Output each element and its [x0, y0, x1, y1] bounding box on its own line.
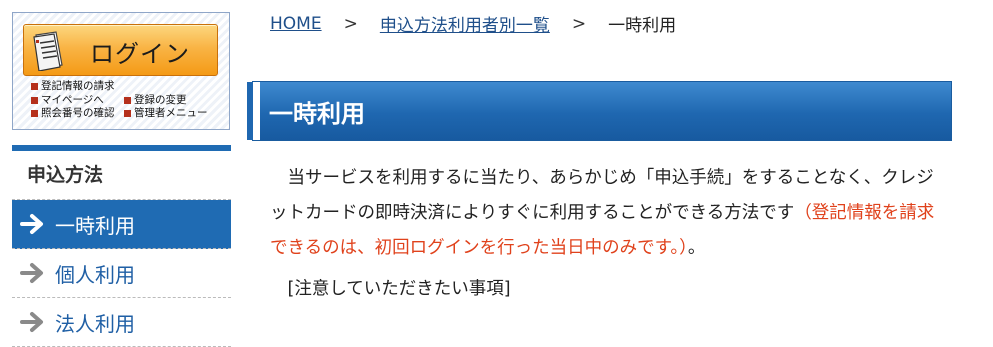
intro-paragraph: 当サービスを利用するに当たり、あらかじめ「申込手続」をすることなく、クレジットカ…: [270, 161, 950, 266]
breadcrumb-home-link[interactable]: HOME: [270, 14, 322, 34]
square-bullet-icon: [31, 83, 38, 91]
page-title-bar: 一時利用: [247, 81, 952, 141]
link-confirm-reference-number[interactable]: 照会番号の確認: [31, 107, 124, 121]
document-icon: [33, 31, 63, 71]
login-links: 登記情報の請求 マイページへ 登録の変更 照会番号の確認 管理者メニュー: [31, 80, 231, 121]
sidebar-item-label: 個人利用: [55, 262, 135, 287]
sidebar-item-corporate-use[interactable]: 法人利用: [12, 298, 231, 347]
arrow-right-icon: [20, 213, 50, 235]
sidebar-item-label: 一時利用: [55, 213, 135, 238]
arrow-right-icon: [20, 262, 50, 284]
breadcrumb-current: 一時利用: [608, 16, 677, 36]
login-panel: ログイン 登記情報の請求 マイページへ 登録の変更 照会番号の確認 管理者メニュ…: [12, 12, 230, 130]
breadcrumb-parent-link[interactable]: 申込方法利用者別一覧: [380, 11, 550, 36]
arrow-right-icon: [20, 311, 50, 333]
link-mypage[interactable]: マイページへ: [31, 94, 124, 108]
breadcrumb: HOME > 申込方法利用者別一覧 > 一時利用: [270, 11, 677, 37]
sidebar-nav: 申込方法 一時利用 個人利用 法人利用: [12, 145, 231, 347]
intro-end: 。: [687, 238, 706, 258]
link-change-registration[interactable]: 登録の変更: [124, 94, 187, 108]
sidebar-item-personal-use[interactable]: 個人利用: [12, 249, 231, 298]
square-bullet-icon: [31, 96, 38, 104]
link-admin-menu[interactable]: 管理者メニュー: [124, 107, 208, 121]
breadcrumb-separator: >: [343, 13, 358, 34]
login-button-label: ログイン: [90, 40, 190, 68]
square-bullet-icon: [124, 96, 131, 104]
main-content: 当サービスを利用するに当たり、あらかじめ「申込手続」をすることなく、クレジットカ…: [270, 161, 950, 307]
sidebar-item-temporary-use[interactable]: 一時利用: [12, 200, 231, 249]
page-title: 一時利用: [269, 100, 365, 128]
sidebar-heading: 申込方法: [12, 151, 231, 200]
square-bullet-icon: [124, 110, 131, 118]
login-button[interactable]: ログイン: [23, 24, 218, 76]
link-request-registry-info[interactable]: 登記情報の請求: [31, 80, 115, 94]
notice-heading: [注意していただきたい事項]: [287, 279, 511, 299]
sidebar-item-label: 法人利用: [55, 311, 135, 336]
breadcrumb-separator: >: [571, 13, 587, 34]
square-bullet-icon: [31, 110, 38, 118]
